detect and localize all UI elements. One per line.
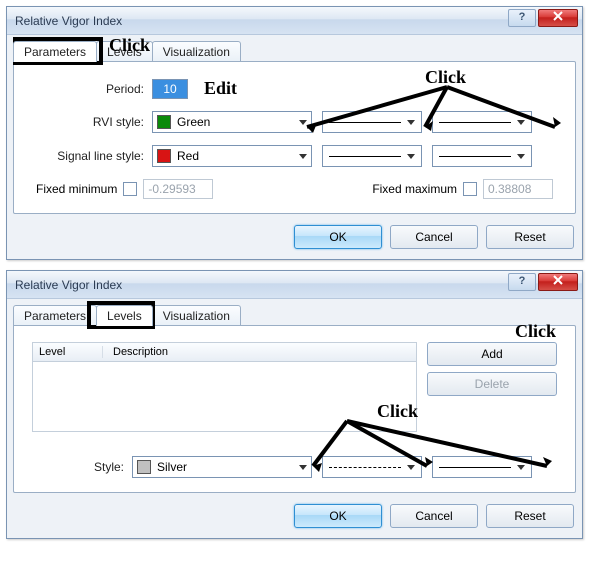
reset-button[interactable]: Reset	[486, 504, 574, 528]
period-label: Period:	[32, 82, 152, 96]
close-icon	[552, 274, 564, 286]
period-input[interactable]	[152, 79, 188, 99]
levels-panel: Level Description Add Delete Style: Silv…	[13, 325, 576, 493]
help-button[interactable]: ?	[508, 273, 536, 291]
col-description: Description	[103, 346, 416, 358]
window-title: Relative Vigor Index	[15, 278, 122, 292]
tab-parameters[interactable]: Parameters	[13, 305, 97, 326]
line-sample-icon	[439, 122, 511, 123]
fixed-max-label: Fixed maximum	[372, 182, 457, 196]
signal-color-dropdown[interactable]: Red	[152, 145, 312, 167]
tab-visualization[interactable]: Visualization	[152, 41, 241, 62]
chevron-down-icon	[407, 154, 415, 159]
close-button[interactable]	[538, 9, 578, 27]
levels-grid-header: Level Description	[32, 342, 417, 362]
levels-grid-body[interactable]	[32, 362, 417, 432]
chevron-down-icon	[517, 154, 525, 159]
chevron-down-icon	[407, 465, 415, 470]
chevron-down-icon	[517, 465, 525, 470]
titlebar: Relative Vigor Index ?	[7, 7, 582, 35]
rvi-linewidth-dropdown[interactable]	[432, 111, 532, 133]
rvi-linestyle-dropdown[interactable]	[322, 111, 422, 133]
chevron-down-icon	[407, 120, 415, 125]
line-sample-icon	[329, 156, 401, 157]
col-level: Level	[33, 346, 103, 358]
tab-levels[interactable]: Levels	[96, 41, 153, 62]
ok-button[interactable]: OK	[294, 504, 382, 528]
add-button[interactable]: Add	[427, 342, 557, 366]
rvi-style-label: RVI style:	[32, 115, 152, 129]
chevron-down-icon	[299, 154, 307, 159]
fixed-max-value	[483, 179, 553, 199]
tab-levels[interactable]: Levels	[96, 305, 153, 326]
dialog-levels: Relative Vigor Index ? Parameters Levels…	[6, 270, 583, 539]
tab-parameters[interactable]: Parameters	[13, 41, 97, 62]
style-linestyle-dropdown[interactable]	[322, 456, 422, 478]
style-linewidth-dropdown[interactable]	[432, 456, 532, 478]
parameters-panel: Period: Edit RVI style: Green Signal lin…	[13, 61, 576, 214]
fixed-min-checkbox[interactable]	[123, 182, 137, 196]
fixed-min-value	[143, 179, 213, 199]
ok-button[interactable]: OK	[294, 225, 382, 249]
edit-annotation: Edit	[204, 78, 237, 99]
silver-swatch-icon	[137, 460, 151, 474]
green-swatch-icon	[157, 115, 171, 129]
signal-linestyle-dropdown[interactable]	[322, 145, 422, 167]
signal-color-text: Red	[177, 149, 299, 163]
chevron-down-icon	[299, 465, 307, 470]
line-sample-icon	[439, 467, 511, 468]
signal-style-label: Signal line style:	[32, 149, 152, 163]
chevron-down-icon	[517, 120, 525, 125]
window-title: Relative Vigor Index	[15, 14, 122, 28]
fixed-max-checkbox[interactable]	[463, 182, 477, 196]
signal-linewidth-dropdown[interactable]	[432, 145, 532, 167]
red-swatch-icon	[157, 149, 171, 163]
chevron-down-icon	[299, 120, 307, 125]
dialog-parameters: Relative Vigor Index ? Parameters Levels…	[6, 6, 583, 260]
rvi-color-dropdown[interactable]: Green	[152, 111, 312, 133]
dashed-line-icon	[329, 467, 401, 468]
close-button[interactable]	[538, 273, 578, 291]
style-color-dropdown[interactable]: Silver	[132, 456, 312, 478]
style-label: Style:	[32, 460, 132, 474]
cancel-button[interactable]: Cancel	[390, 504, 478, 528]
line-sample-icon	[329, 122, 401, 123]
help-button[interactable]: ?	[508, 9, 536, 27]
close-icon	[552, 10, 564, 22]
cancel-button[interactable]: Cancel	[390, 225, 478, 249]
delete-button: Delete	[427, 372, 557, 396]
style-color-text: Silver	[157, 460, 299, 474]
reset-button[interactable]: Reset	[486, 225, 574, 249]
fixed-min-label: Fixed minimum	[36, 182, 117, 196]
rvi-color-text: Green	[177, 115, 299, 129]
line-sample-icon	[439, 156, 511, 157]
titlebar: Relative Vigor Index ?	[7, 271, 582, 299]
tab-visualization[interactable]: Visualization	[152, 305, 241, 326]
